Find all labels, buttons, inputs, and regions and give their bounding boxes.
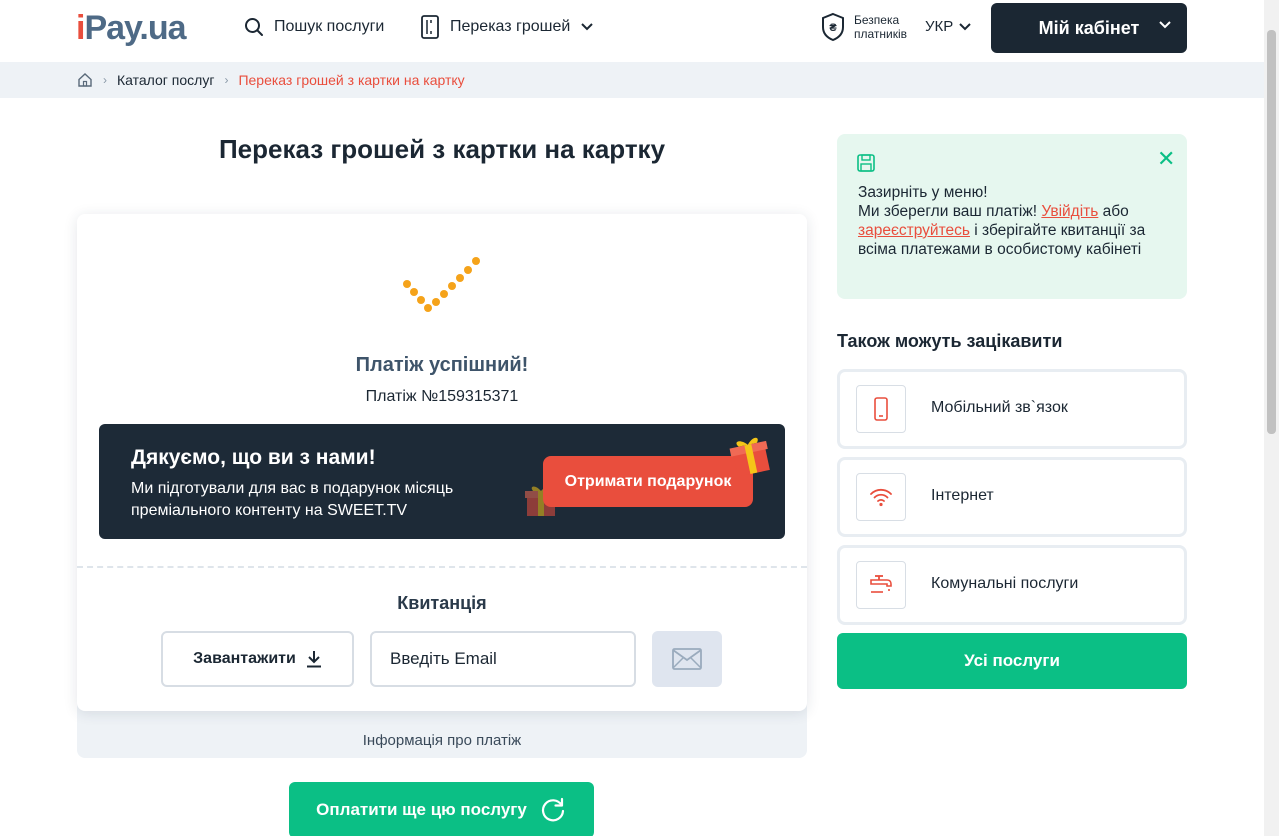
- payment-result-card: Платіж успішний! Платіж №159315371 Дякує…: [77, 214, 807, 711]
- shield-hryvnia-icon: ₴: [822, 12, 844, 42]
- get-gift-button[interactable]: Отримати подарунок: [543, 456, 753, 507]
- service-label: Інтернет: [931, 487, 994, 504]
- svg-text:₴: ₴: [829, 22, 837, 34]
- pay-again-button[interactable]: Оплатити ще цю послугу: [289, 782, 594, 836]
- site-header: iPay.ua Пошук послуги Переказ грошей ₴ Б…: [0, 0, 1264, 62]
- language-selector[interactable]: УКР: [925, 18, 971, 35]
- money-transfer-label: Переказ грошей: [450, 18, 571, 35]
- search-service-link[interactable]: Пошук послуги: [244, 16, 384, 38]
- send-email-button[interactable]: [652, 631, 722, 687]
- payment-info-label: Інформація про платіж: [362, 732, 522, 749]
- payment-number: Платіж №159315371: [365, 388, 519, 405]
- money-transfer-menu[interactable]: Переказ грошей: [420, 15, 594, 39]
- breadcrumb: › Каталог послуг › Переказ грошей з карт…: [0, 62, 1264, 98]
- success-check-icon: [403, 257, 480, 312]
- pay-again-label: Оплатити ще цю послугу: [316, 800, 527, 819]
- notice-line-1: Зазирніть у меню!: [858, 184, 988, 201]
- notice-line-2: Ми зберегли ваш платіж! Увійдіть або: [858, 202, 1158, 221]
- page-title: Переказ грошей з картки на картку: [218, 134, 666, 164]
- notice-line-2-text: Ми зберегли ваш платіж!: [858, 203, 1042, 220]
- service-mobile[interactable]: Мобільний зв`язок: [837, 369, 1187, 449]
- all-services-button[interactable]: Усі послуги: [837, 633, 1187, 689]
- scrollbar-thumb[interactable]: [1267, 30, 1276, 434]
- my-cabinet-label: Мій кабінет: [1038, 17, 1140, 38]
- wifi-icon-box: [856, 473, 906, 521]
- chevron-down-icon: [581, 23, 594, 31]
- service-internet[interactable]: Інтернет: [837, 457, 1187, 537]
- logo-text: Pay.ua: [84, 9, 186, 47]
- security-line-2: платників: [854, 27, 908, 41]
- chevron-down-icon: [959, 22, 971, 30]
- promo-title: Дякуємо, що ви з нами!: [131, 446, 376, 469]
- faucet-icon: [870, 575, 892, 593]
- security-line-1: Безпека: [854, 13, 900, 27]
- close-icon[interactable]: ✕: [1157, 148, 1175, 170]
- breadcrumb-current: Переказ грошей з картки на картку: [238, 72, 465, 88]
- payer-security-link[interactable]: ₴ Безпека платників: [820, 12, 907, 42]
- service-label: Комунальні послуги: [931, 575, 1079, 592]
- dashed-divider: [77, 566, 807, 568]
- breadcrumb-separator: ›: [103, 73, 107, 87]
- search-service-label: Пошук послуги: [274, 18, 385, 35]
- card-icon: [421, 15, 439, 39]
- service-utilities[interactable]: Комунальні послуги: [837, 545, 1187, 625]
- refresh-icon: [541, 797, 564, 822]
- success-title: Платіж успішний!: [355, 354, 529, 376]
- service-label: Мобільний зв`язок: [931, 399, 1068, 416]
- phone-icon-box: [856, 385, 906, 433]
- phone-icon: [874, 397, 888, 421]
- notice-text: Зазирніть у меню! Ми зберегли ваш платіж…: [858, 183, 1158, 259]
- login-link[interactable]: Увійдіть: [1041, 203, 1098, 220]
- floppy-disk-icon: [857, 154, 875, 172]
- email-field[interactable]: [370, 631, 636, 687]
- breadcrumb-separator: ›: [224, 73, 229, 87]
- register-link[interactable]: зареєструйтесь: [858, 222, 970, 239]
- related-services-title: Також можуть зацікавити: [837, 331, 1063, 351]
- my-cabinet-button[interactable]: Мій кабінет: [991, 3, 1187, 53]
- home-icon[interactable]: [77, 72, 93, 88]
- wifi-icon: [870, 488, 892, 507]
- gift-icon: [729, 437, 770, 476]
- envelope-icon: [672, 648, 702, 670]
- receipt-title: Квитанція: [397, 593, 487, 613]
- page-scrollbar[interactable]: [1264, 0, 1279, 836]
- promo-text: Ми підготували для вас в подарунок місяц…: [131, 480, 454, 519]
- security-text: Безпека платників: [854, 13, 907, 41]
- download-receipt-button[interactable]: Завантажити: [161, 631, 354, 687]
- breadcrumb-catalog[interactable]: Каталог послуг: [117, 72, 214, 88]
- chevron-down-icon: [1159, 21, 1171, 29]
- download-label: Завантажити: [193, 650, 296, 667]
- download-icon: [306, 651, 321, 668]
- ipay-logo[interactable]: iPay.ua: [76, 9, 187, 48]
- promo-banner: Дякуємо, що ви з нами! Ми підготували дл…: [99, 424, 785, 539]
- notice-line-3: зареєструйтесь і зберігайте квитанції за…: [858, 221, 1158, 259]
- saved-payment-notice: ✕ Зазирніть у меню! Ми зберегли ваш плат…: [837, 134, 1187, 299]
- faucet-icon-box: [856, 561, 906, 609]
- language-label: УКР: [925, 18, 954, 35]
- notice-or: або: [1098, 203, 1129, 220]
- search-icon: [245, 18, 263, 36]
